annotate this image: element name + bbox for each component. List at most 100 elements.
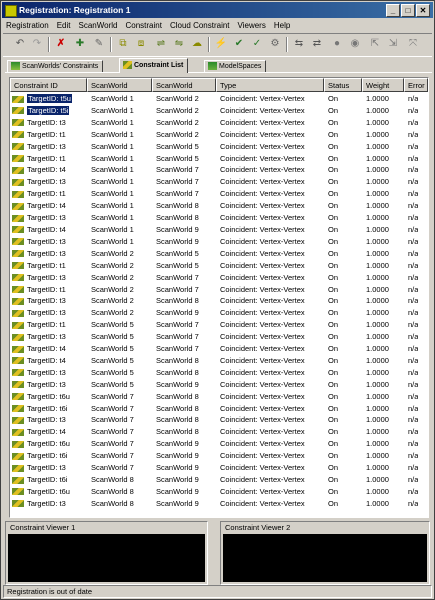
table-row[interactable]: TargetID: t6i ScanWorld 7 ScanWorld 9 Coinc… — [10, 450, 428, 462]
unlink-scanworlds-icon[interactable]: ⇋ — [172, 37, 186, 51]
cell-scanworld-a: ScanWorld 1 — [91, 201, 134, 211]
table-row[interactable]: TargetID: t3 ScanWorld 2 ScanWorld 7 Coinci… — [10, 272, 428, 284]
cell-weight: 1.0000 — [366, 141, 389, 151]
table-row[interactable]: TargetID: t4 ScanWorld 1 ScanWorld 9 Coinci… — [10, 224, 428, 236]
tool-c-icon[interactable]: ● — [330, 37, 344, 51]
table-row[interactable]: TargetID: t4 ScanWorld 5 ScanWorld 8 Coinci… — [10, 355, 428, 367]
table-row[interactable]: TargetID: t3 ScanWorld 2 ScanWorld 9 Coinci… — [10, 307, 428, 319]
table-row[interactable]: TargetID: t3 ScanWorld 1 ScanWorld 8 Coinci… — [10, 212, 428, 224]
column-header-constraint-id[interactable]: Constraint ID — [10, 78, 87, 92]
table-row[interactable]: TargetID: t1 ScanWorld 2 ScanWorld 7 Coinci… — [10, 284, 428, 296]
menu-bar: Registration Edit ScanWorld Constraint Cloud… — [2, 19, 433, 32]
constraint-id-text: TargetID: t1 — [27, 260, 66, 270]
cell-type: Coincident: Vertex-Vertex — [220, 165, 305, 175]
table-row[interactable]: TargetID: t3 ScanWorld 2 ScanWorld 8 Coinci… — [10, 295, 428, 307]
table-row[interactable]: TargetID: t3 ScanWorld 8 ScanWorld 9 Coinci… — [10, 498, 428, 510]
cell-error: n/a — [408, 427, 419, 437]
verify-icon[interactable]: ✓ — [250, 37, 264, 51]
table-row[interactable]: TargetID: t3 ScanWorld 5 ScanWorld 9 Coinci… — [10, 379, 428, 391]
menu-registration[interactable]: Registration — [2, 19, 53, 32]
constraint-icon — [12, 95, 24, 103]
table-row[interactable]: TargetID: t6u ScanWorld 8 ScanWorld 9 Coinc… — [10, 486, 428, 498]
tab-constraint-list[interactable]: Constraint List — [119, 58, 189, 73]
column-header-type[interactable]: Type — [216, 78, 324, 92]
table-row[interactable]: TargetID: t1 ScanWorld 1 ScanWorld 2 Coinci… — [10, 129, 428, 141]
menu-scanworld[interactable]: ScanWorld — [74, 19, 121, 32]
table-row[interactable]: TargetID: t3 ScanWorld 5 ScanWorld 8 Coinci… — [10, 367, 428, 379]
cell-status: On — [328, 451, 339, 461]
constraint-id-text: TargetID: t5u — [27, 94, 72, 103]
table-row[interactable]: TargetID: t1 ScanWorld 5 ScanWorld 7 Coinci… — [10, 319, 428, 331]
table-row[interactable]: TargetID: t3 ScanWorld 7 ScanWorld 9 Coinci… — [10, 462, 428, 474]
table-row[interactable]: TargetID: t3 ScanWorld 1 ScanWorld 5 Coinci… — [10, 141, 428, 153]
title-bar[interactable]: Registration: Registration 1 _ □ ✕ — [2, 2, 433, 18]
cell-scanworld-a: ScanWorld 5 — [91, 344, 134, 354]
cell-status: On — [328, 415, 339, 425]
table-row[interactable]: TargetID: t4 ScanWorld 5 ScanWorld 7 Coinci… — [10, 343, 428, 355]
optimize-icon[interactable]: ✔ — [232, 37, 246, 51]
delete-icon[interactable]: ✗ — [54, 37, 68, 51]
table-row[interactable]: TargetID: t3 ScanWorld 1 ScanWorld 9 Coinci… — [10, 236, 428, 248]
add-constraint-icon[interactable]: ✚ — [73, 37, 87, 51]
tool-b-icon[interactable]: ⇄ — [310, 37, 324, 51]
toolbar: ↶ ↷ ✗ ✚ ✎ ⧉ ⧈ ⇌ ⇋ ☁ ⚡ ✔ ✓ ⚙ ⇆ ⇄ ● ◉ ⇱ ⇲ … — [3, 33, 432, 57]
cell-scanworld-b: ScanWorld 9 — [156, 486, 199, 496]
table-row[interactable]: TargetID: t3 ScanWorld 7 ScanWorld 8 Coinci… — [10, 414, 428, 426]
table-row[interactable]: TargetID: t1 ScanWorld 2 ScanWorld 5 Coinci… — [10, 260, 428, 272]
cell-status: On — [328, 379, 339, 389]
table-row[interactable]: TargetID: t4 ScanWorld 7 ScanWorld 8 Coinci… — [10, 426, 428, 438]
table-row[interactable]: TargetID: t4 ScanWorld 1 ScanWorld 8 Coinci… — [10, 200, 428, 212]
viewer-canvas[interactable] — [223, 534, 427, 582]
cell-scanworld-a: ScanWorld 5 — [91, 320, 134, 330]
table-row[interactable]: TargetID: t6u ScanWorld 7 ScanWorld 9 Coinc… — [10, 438, 428, 450]
cell-error: n/a — [408, 141, 419, 151]
table-row[interactable]: TargetID: t3 ScanWorld 2 ScanWorld 5 Coinci… — [10, 248, 428, 260]
cell-weight: 1.0000 — [366, 94, 389, 103]
table-row[interactable]: TargetID: t3 ScanWorld 1 ScanWorld 7 Coinci… — [10, 176, 428, 188]
constraint-group-icon[interactable]: ⧈ — [134, 37, 148, 51]
tool-f-icon[interactable]: ⇲ — [386, 37, 400, 51]
column-header-scanworld-2[interactable]: ScanWorld — [152, 78, 216, 92]
redo-icon[interactable]: ↷ — [30, 37, 44, 51]
table-row[interactable]: TargetID: t3 ScanWorld 5 ScanWorld 7 Coinci… — [10, 331, 428, 343]
constraint-viewer-1[interactable]: Constraint Viewer 1 — [5, 521, 208, 585]
status-bar: Registration is out of date — [3, 585, 432, 598]
table-row[interactable]: TargetID: t4 ScanWorld 1 ScanWorld 7 Coinci… — [10, 164, 428, 176]
menu-constraint[interactable]: Constraint — [121, 19, 165, 32]
column-header-weight[interactable]: Weight — [362, 78, 404, 92]
auto-add-constraints-icon[interactable]: ⧉ — [116, 37, 130, 51]
table-row[interactable]: TargetID: t6i ScanWorld 7 ScanWorld 8 Coinc… — [10, 403, 428, 415]
close-icon[interactable]: ✕ — [416, 4, 430, 17]
column-header-status[interactable]: Status — [324, 78, 362, 92]
constraint-viewer-2[interactable]: Constraint Viewer 2 — [220, 521, 430, 585]
menu-help[interactable]: Help — [270, 19, 294, 32]
settings-icon[interactable]: ⚙ — [268, 37, 282, 51]
tool-a-icon[interactable]: ⇆ — [292, 37, 306, 51]
table-row[interactable]: TargetID: t3 ScanWorld 1 ScanWorld 2 Coinci… — [10, 117, 428, 129]
column-header-scanworld-1[interactable]: ScanWorld — [87, 78, 152, 92]
undo-icon[interactable]: ↶ — [13, 37, 27, 51]
menu-viewers[interactable]: Viewers — [234, 19, 270, 32]
table-row[interactable]: TargetID: t6i ScanWorld 8 ScanWorld 9 Coinc… — [10, 474, 428, 486]
table-row[interactable]: TargetID: t5i ScanWorld 1 ScanWorld 2 Coinc… — [10, 105, 428, 117]
tool-d-icon[interactable]: ◉ — [348, 37, 362, 51]
constraint-icon — [12, 202, 24, 210]
tool-g-icon[interactable]: ⤧ — [406, 37, 420, 51]
maximize-icon[interactable]: □ — [401, 4, 415, 17]
viewer-canvas[interactable] — [8, 534, 205, 582]
cloud-constraint-icon[interactable]: ☁ — [190, 37, 204, 51]
link-scanworlds-icon[interactable]: ⇌ — [154, 37, 168, 51]
table-row[interactable]: TargetID: t6u ScanWorld 7 ScanWorld 8 Coinc… — [10, 391, 428, 403]
table-row[interactable]: TargetID: t1 ScanWorld 1 ScanWorld 5 Coinci… — [10, 153, 428, 165]
edit-constraint-icon[interactable]: ✎ — [92, 37, 106, 51]
constraint-icon — [12, 381, 24, 389]
minimize-icon[interactable]: _ — [386, 4, 400, 17]
menu-edit[interactable]: Edit — [53, 19, 75, 32]
tool-e-icon[interactable]: ⇱ — [368, 37, 382, 51]
column-header-error[interactable]: Error — [404, 78, 428, 92]
table-row[interactable]: TargetID: t5u ScanWorld 1 ScanWorld 2 Coinc… — [10, 93, 428, 105]
table-row[interactable]: TargetID: t1 ScanWorld 1 ScanWorld 7 Coinci… — [10, 188, 428, 200]
constraint-table[interactable]: Constraint ID ScanWorld ScanWorld Type S… — [9, 77, 429, 518]
register-icon[interactable]: ⚡ — [214, 37, 228, 51]
menu-cloud-constraint[interactable]: Cloud Constraint — [166, 19, 234, 32]
